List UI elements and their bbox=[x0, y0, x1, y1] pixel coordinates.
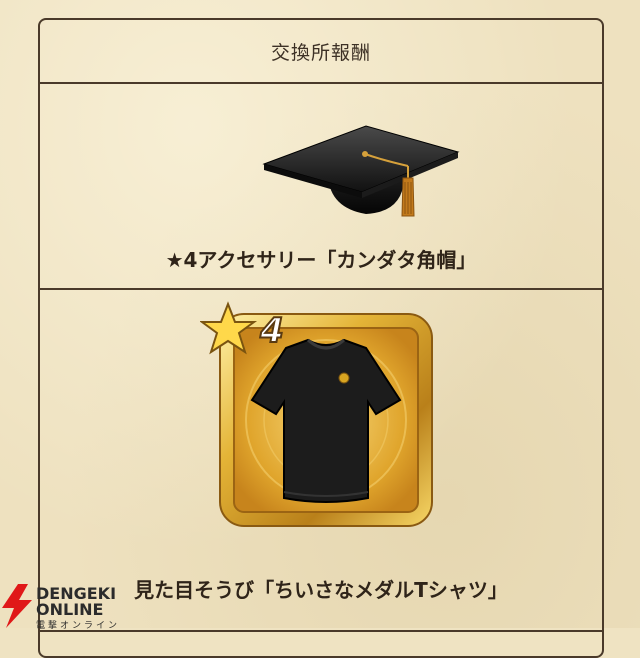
star-rank-number: 4 bbox=[259, 311, 284, 351]
reward-row-hat[interactable]: ★4アクセサリー「カンダタ角帽」 bbox=[40, 82, 602, 290]
reward-panel: 交換所報酬 ★4アクセサリー「カンダタ角帽」 4 見た目そうび「ちいさなメダルT… bbox=[38, 18, 604, 658]
watermark-line3: 電撃オンライン bbox=[36, 621, 121, 631]
reward-name-hat: ★4アクセサリー「カンダタ角帽」 bbox=[165, 248, 477, 272]
reward-row-tshirt[interactable]: 4 見た目そうび「ちいさなメダルTシャツ」 bbox=[40, 290, 602, 632]
graduation-cap-icon bbox=[262, 125, 460, 217]
panel-title: 交換所報酬 bbox=[40, 20, 602, 84]
watermark-line2: ONLINE bbox=[36, 600, 104, 619]
star-rank-badge: 4 bbox=[200, 301, 285, 355]
lightning-logo-icon bbox=[2, 584, 32, 628]
watermark-logo: DENGEKI ONLINE 電撃オンライン bbox=[0, 584, 130, 631]
